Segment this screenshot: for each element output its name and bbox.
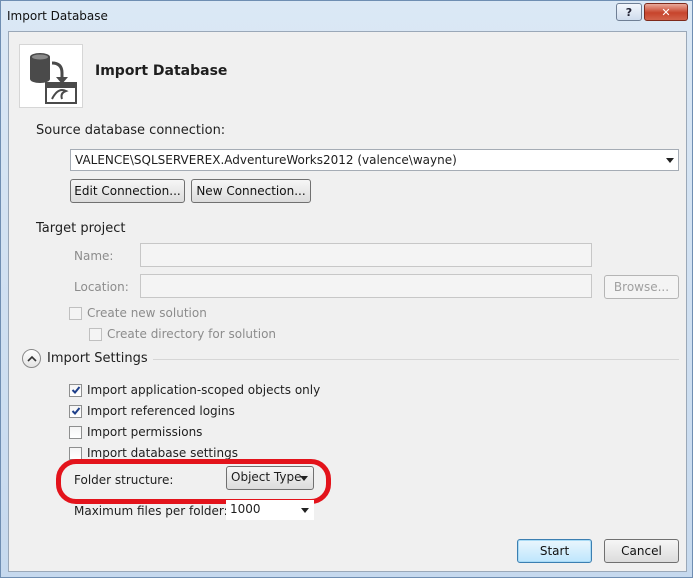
checkbox-box (69, 383, 82, 397)
window-title: Import Database (7, 9, 108, 23)
max-files-label: Maximum files per folder: (74, 504, 228, 518)
source-connection-label: Source database connection: (36, 123, 226, 138)
edit-connection-button[interactable]: Edit Connection... (70, 179, 185, 203)
referenced-logins-label: Import referenced logins (87, 404, 235, 418)
location-label: Location: (74, 280, 129, 294)
app-scoped-label: Import application-scoped objects only (87, 383, 321, 397)
checkbox-box (69, 306, 82, 320)
start-button[interactable]: Start (517, 539, 592, 563)
close-button[interactable]: ✕ (644, 3, 688, 21)
collapse-settings-button[interactable] (22, 349, 41, 368)
page-title: Import Database (95, 63, 228, 79)
cancel-button[interactable]: Cancel (604, 539, 679, 563)
browse-button[interactable]: Browse... (604, 275, 679, 299)
connection-select[interactable]: VALENCE\SQLSERVEREX.AdventureWorks2012 (… (70, 149, 679, 171)
permissions-label: Import permissions (87, 425, 203, 439)
create-directory-label: Create directory for solution (107, 327, 277, 341)
connection-value: VALENCE\SQLSERVEREX.AdventureWorks2012 (… (75, 153, 457, 167)
database-settings-label: Import database settings (87, 446, 238, 460)
referenced-logins-checkbox[interactable]: Import referenced logins (69, 404, 235, 418)
checkmark-icon (71, 407, 80, 415)
section-divider (153, 359, 679, 360)
checkbox-box (89, 327, 102, 341)
chevron-down-icon (301, 508, 309, 513)
database-settings-checkbox[interactable]: Import database settings (69, 446, 238, 460)
max-files-select[interactable]: 1000 (226, 500, 314, 520)
checkmark-icon (71, 386, 80, 394)
database-import-icon (19, 44, 83, 108)
checkbox-box (69, 425, 82, 439)
import-database-window: Import Database ? ✕ Import Database Sour… (0, 0, 693, 578)
app-scoped-checkbox[interactable]: Import application-scoped objects only (69, 383, 320, 397)
chevron-up-icon (26, 355, 37, 362)
create-solution-checkbox[interactable]: Create new solution (69, 306, 207, 320)
title-bar: Import Database ? ✕ (1, 1, 692, 31)
highlight-annotation (56, 459, 331, 504)
import-settings-label: Import Settings (47, 351, 148, 366)
target-project-label: Target project (36, 221, 126, 236)
chevron-down-icon (666, 158, 674, 163)
max-files-value: 1000 (230, 502, 261, 516)
dialog-body: Import Database Source database connecti… (8, 31, 687, 572)
help-button[interactable]: ? (616, 3, 642, 21)
permissions-checkbox[interactable]: Import permissions (69, 425, 202, 439)
name-label: Name: (74, 249, 114, 263)
new-connection-button[interactable]: New Connection... (191, 179, 311, 203)
create-directory-checkbox[interactable]: Create directory for solution (89, 327, 276, 341)
create-solution-label: Create new solution (87, 306, 207, 320)
location-field[interactable] (140, 274, 592, 298)
name-field[interactable] (140, 243, 592, 267)
checkbox-box (69, 446, 82, 460)
checkbox-box (69, 404, 82, 418)
